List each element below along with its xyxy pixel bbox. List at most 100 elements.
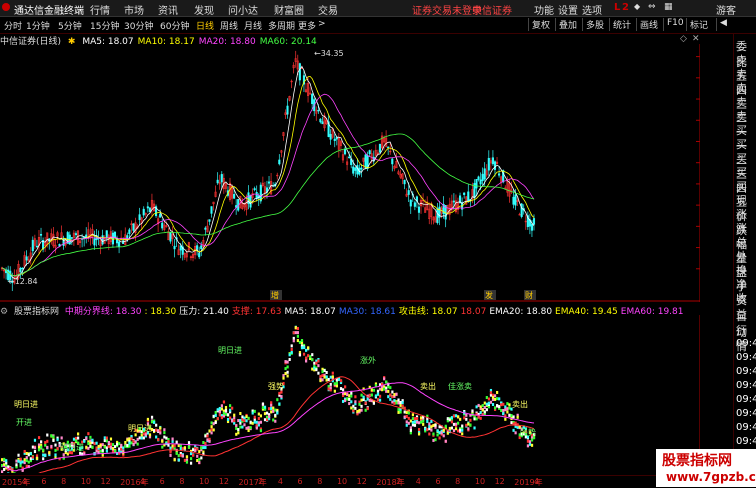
close-icon[interactable]: ✕ [692, 34, 700, 44]
statistics-button[interactable]: 统计 [609, 18, 631, 31]
adjust-button[interactable]: 复权 [528, 18, 550, 31]
indicator-mark [52, 435, 55, 439]
indicator-mark [44, 454, 47, 458]
overlay-button[interactable]: 叠加 [555, 18, 577, 31]
indicator-mark [530, 438, 534, 442]
indicator-mark [411, 417, 415, 421]
indicator-mark [214, 410, 217, 414]
indicator-mark [206, 434, 209, 438]
date-label: 6 [435, 477, 441, 486]
menu-ask-xiaoda[interactable]: 问小达 [228, 2, 258, 17]
indicator-mark [284, 367, 287, 371]
period-daily[interactable]: 日线 [196, 19, 214, 32]
multi-stock-button[interactable]: 多股 [582, 18, 604, 31]
indicator-mark [493, 397, 497, 401]
candle [321, 116, 324, 125]
expand-icon[interactable]: ⇔ [648, 2, 656, 12]
event-badge[interactable]: 增 [270, 290, 282, 300]
indicator-mark [235, 432, 238, 436]
indicator-mark [150, 415, 154, 419]
indicator-mark [346, 397, 349, 401]
chart-options-icon[interactable]: ◇ [680, 34, 687, 44]
indicator-mark [233, 413, 236, 417]
indicator-mark [25, 459, 28, 463]
candle [0, 266, 4, 272]
date-label: 4 [139, 477, 146, 486]
period-multi[interactable]: 多周期 [268, 19, 295, 32]
indicator-mark [243, 416, 246, 420]
indicator-mark [496, 397, 499, 401]
period-15min[interactable]: 15分钟 [90, 19, 119, 32]
indicator-mark [247, 416, 250, 420]
indicator-mark [128, 437, 131, 441]
indicator-mark [33, 438, 37, 442]
indicator-mark [477, 403, 480, 407]
menu-discover[interactable]: 发现 [194, 2, 214, 17]
candle [280, 149, 283, 158]
indicator-mark [136, 437, 139, 441]
candle [109, 226, 112, 246]
indicator-mark [438, 425, 441, 429]
indicator-mark [243, 419, 246, 423]
indicator-mark [13, 472, 16, 473]
indicator-mark [467, 427, 470, 431]
period-1min[interactable]: 1分钟 [26, 19, 50, 32]
chevron-right-icon[interactable]: > [318, 19, 326, 29]
menu-news[interactable]: 资讯 [158, 2, 178, 17]
indicator-mark [344, 392, 347, 396]
menu-market[interactable]: 市场 [124, 2, 144, 17]
f10-button[interactable]: F10 [663, 18, 684, 31]
indicator-mark [387, 385, 390, 389]
indicator-mark [214, 421, 217, 425]
menu-options[interactable]: 选项 [582, 2, 602, 17]
info-icon[interactable]: ▦ [664, 2, 673, 12]
period-30min[interactable]: 30分钟 [124, 19, 153, 32]
indicator-mark [417, 421, 421, 425]
candle [393, 164, 396, 172]
menu-trade[interactable]: 交易 [318, 2, 338, 17]
indicator-mark [136, 442, 139, 446]
candlestick-chart[interactable]: ←34.35←12.84增发财 34.0032.0030.0028.0026.0… [0, 44, 700, 302]
broker-name: 中信证券 [472, 6, 512, 17]
event-badge[interactable]: 财 [524, 290, 536, 300]
collapse-icon[interactable]: ◀ [716, 18, 727, 31]
indicator-mark [339, 387, 343, 391]
indicator-mark [204, 434, 207, 438]
menu-quotes[interactable]: 行情 [90, 2, 110, 17]
indicator-mark [233, 419, 236, 423]
indicator-mark [113, 445, 117, 449]
guest-user[interactable]: 游客 [716, 2, 736, 17]
indicator-mark [109, 445, 113, 449]
menu-function[interactable]: 功能 [534, 2, 554, 17]
indicator-chart[interactable]: 开进明日进明日进明日进明日进强势涨外卖出佳涨卖卖出强势 35.0030.0025… [0, 315, 700, 473]
indicator-mark [142, 436, 145, 440]
high-price-label: ←34.35 [314, 49, 344, 58]
indicator-mark [333, 382, 336, 386]
indicator-mark [196, 447, 199, 451]
indicator-mark [259, 429, 263, 433]
event-badge[interactable]: 发 [484, 290, 496, 300]
mark-button[interactable]: 标记 [686, 18, 708, 31]
period-intraday[interactable]: 分时 [4, 19, 22, 32]
level2-icon[interactable]: L [614, 2, 620, 13]
indicator-mark [360, 404, 363, 408]
signal-icon[interactable]: ◆ [634, 2, 640, 11]
menu-wealth-circle[interactable]: 财富圈 [274, 2, 304, 17]
period-weekly[interactable]: 周线 [220, 19, 238, 32]
period-60min[interactable]: 60分钟 [160, 19, 189, 32]
draw-line-button[interactable]: 画线 [636, 18, 658, 31]
indicator-mark [508, 403, 511, 407]
indicator-mark [247, 426, 250, 430]
period-5min[interactable]: 5分钟 [58, 19, 82, 32]
indicator-mark [364, 408, 367, 412]
indicator-mark [183, 458, 187, 462]
indicator-mark [249, 426, 252, 430]
candle [144, 212, 147, 217]
menu-settings[interactable]: 设置 [558, 2, 578, 17]
indicator-mark [475, 405, 478, 409]
indicator-mark [224, 408, 228, 412]
period-monthly[interactable]: 月线 [244, 19, 262, 32]
period-more[interactable]: 更多 [298, 19, 316, 32]
indicator-mark [282, 376, 285, 380]
indicator-mark [171, 444, 174, 448]
